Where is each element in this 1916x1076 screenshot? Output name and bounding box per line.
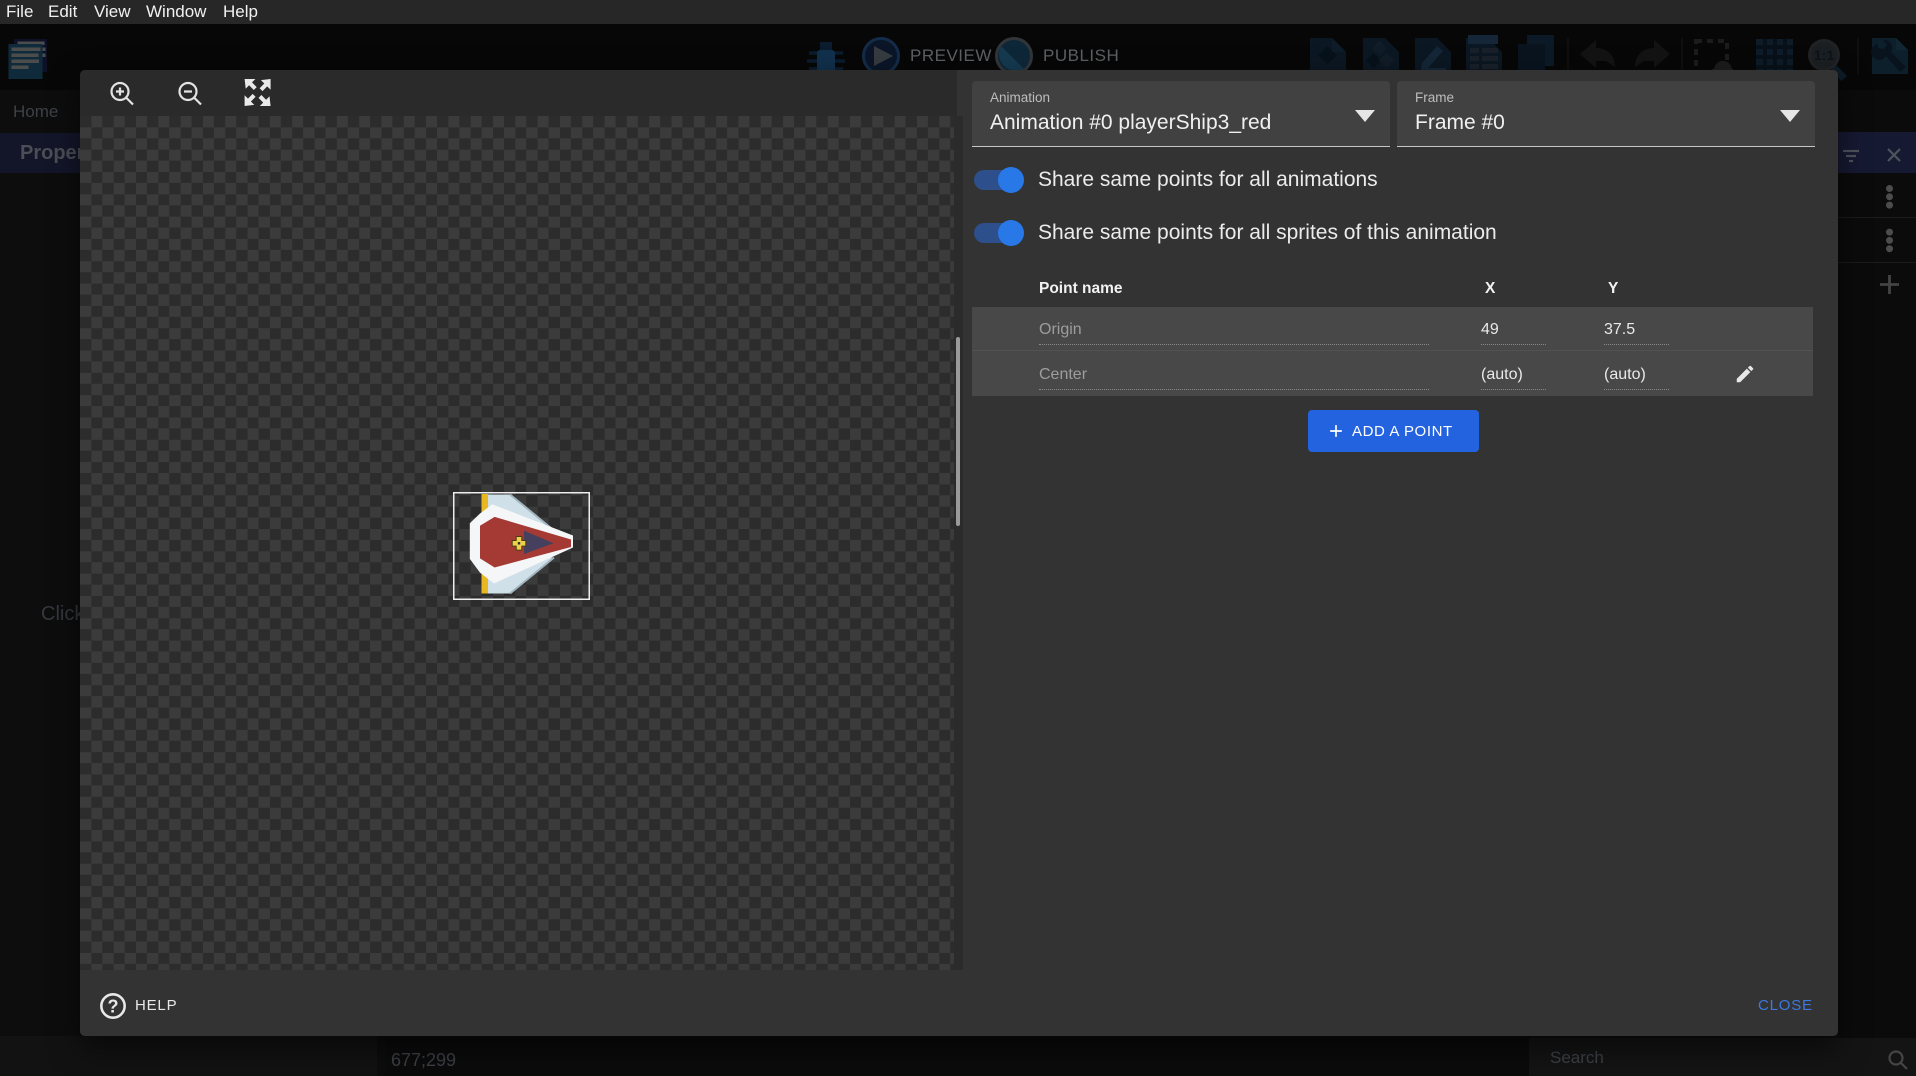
- svg-text:1:1: 1:1: [1814, 47, 1834, 63]
- svg-text:?: ?: [107, 996, 118, 1016]
